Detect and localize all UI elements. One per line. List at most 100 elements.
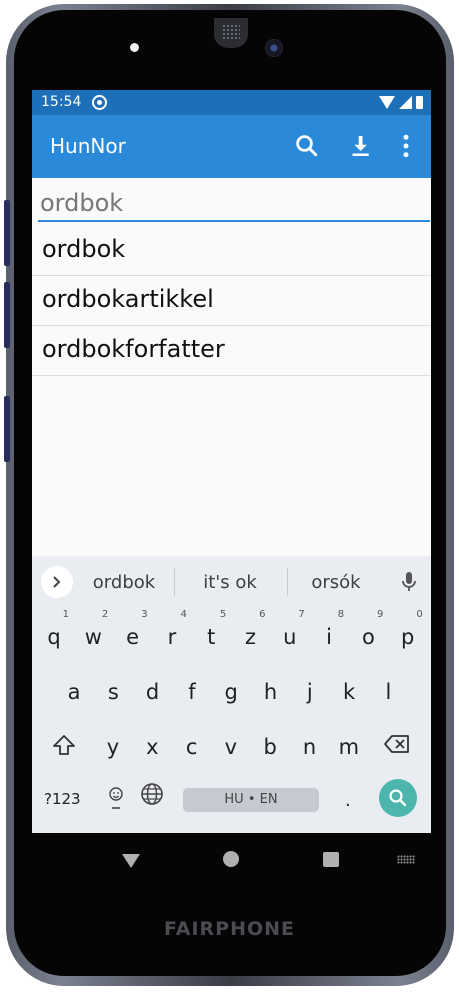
globe-icon[interactable] <box>140 782 164 810</box>
key-hint: 0 <box>416 609 423 620</box>
list-item-label: ordbokartikkel <box>42 285 214 313</box>
search-area <box>32 178 431 226</box>
key-hint: 3 <box>141 609 148 620</box>
battery-icon <box>416 96 423 109</box>
key-w[interactable]: w2 <box>78 609 109 657</box>
key-x[interactable]: x <box>137 727 167 767</box>
download-icon[interactable] <box>345 131 375 161</box>
key-label: m <box>338 735 360 759</box>
key-p[interactable]: p0 <box>393 609 423 657</box>
key-label: y <box>106 735 120 759</box>
list-item-label: ordbok <box>42 235 126 263</box>
key-label: t <box>207 625 216 649</box>
search-icon[interactable] <box>292 131 322 161</box>
wifi-icon <box>379 96 395 109</box>
suggestion-3[interactable]: orsók <box>305 572 367 593</box>
suggestion-divider <box>174 568 175 596</box>
app-title: HunNor <box>50 134 126 158</box>
list-item[interactable]: ordbokforfatter <box>32 326 431 376</box>
space-key[interactable]: HU • EN <box>183 788 319 812</box>
key-label: e <box>126 625 140 649</box>
suggestion-strip: ordbok it's ok orsók <box>32 556 431 606</box>
key-label: n <box>302 735 317 759</box>
key-label: w <box>84 625 102 649</box>
key-u[interactable]: u7 <box>275 609 305 657</box>
key-q[interactable]: q1 <box>39 609 69 657</box>
device-brand-label: FAIRPHONE <box>163 918 296 940</box>
key-v[interactable]: v <box>216 727 246 767</box>
result-list: ordbok ordbokartikkel ordbokforfatter <box>32 226 431 376</box>
key-e[interactable]: e3 <box>118 609 147 657</box>
key-j[interactable]: j <box>295 672 325 712</box>
key-g[interactable]: g <box>216 672 246 712</box>
key-h[interactable]: h <box>256 672 286 712</box>
key-label: i <box>326 625 333 649</box>
expand-toolbar-button[interactable] <box>41 566 73 598</box>
key-r[interactable]: r4 <box>157 609 187 657</box>
backspace-key[interactable] <box>383 733 411 759</box>
key-b[interactable]: b <box>255 727 285 767</box>
keyboard-switch-icon[interactable] <box>397 855 415 864</box>
key-a[interactable]: a <box>59 672 89 712</box>
key-k[interactable]: k <box>334 672 364 712</box>
key-c[interactable]: c <box>177 727 207 767</box>
key-label: k <box>343 680 356 704</box>
microphone-icon[interactable] <box>400 570 418 598</box>
side-button-upper <box>4 200 10 266</box>
key-hint: 1 <box>62 609 69 620</box>
list-item[interactable]: ordbokartikkel <box>32 276 431 326</box>
key-label: p <box>401 625 415 649</box>
key-label: j <box>306 680 313 704</box>
side-button-middle <box>4 282 10 348</box>
key-z[interactable]: z6 <box>236 609 266 657</box>
key-label: x <box>146 735 159 759</box>
home-icon[interactable] <box>223 851 239 867</box>
key-n[interactable]: n <box>295 727 325 767</box>
list-item-label: ordbokforfatter <box>42 335 225 363</box>
keyboard: ordbok it's ok orsók q1w2e3r4t5z6u7i8o9p… <box>32 556 431 833</box>
key-label: u <box>283 625 297 649</box>
earpiece-grille <box>222 24 240 40</box>
front-camera <box>265 39 283 57</box>
key-o[interactable]: o9 <box>353 609 383 657</box>
list-item[interactable]: ordbok <box>32 226 431 276</box>
key-y[interactable]: y <box>98 727 128 767</box>
key-m[interactable]: m <box>334 727 364 767</box>
key-f[interactable]: f <box>177 672 207 712</box>
key-d[interactable]: d <box>138 672 168 712</box>
key-label: d <box>145 680 160 704</box>
shift-key[interactable] <box>51 733 77 761</box>
cell-signal-icon <box>399 96 412 109</box>
screen: 15:54 HunNor ordbok ordbokartikkel ordbo… <box>32 90 431 887</box>
key-label: v <box>224 735 238 759</box>
back-icon[interactable] <box>121 853 141 873</box>
key-s[interactable]: s <box>98 672 128 712</box>
key-label: b <box>263 735 277 759</box>
recent-apps-icon[interactable] <box>323 852 339 867</box>
search-enter-key[interactable] <box>379 779 417 817</box>
app-bar: HunNor <box>32 115 431 178</box>
symbols-key[interactable]: ?123 <box>44 790 81 808</box>
key-hint: 2 <box>101 609 109 620</box>
navigation-bar <box>32 833 431 887</box>
suggestion-divider <box>287 568 288 596</box>
key-l[interactable]: l <box>373 672 403 712</box>
key-label: f <box>188 680 196 704</box>
suggestion-2[interactable]: it's ok <box>194 572 266 593</box>
key-hint: 9 <box>377 609 384 620</box>
status-icons <box>379 95 423 109</box>
key-hint: 5 <box>219 609 227 620</box>
more-options-icon[interactable] <box>391 131 421 161</box>
period-key[interactable]: . <box>345 790 351 811</box>
search-input[interactable] <box>38 186 430 222</box>
status-bar: 15:54 <box>32 90 431 115</box>
suggestion-1[interactable]: ordbok <box>91 572 157 593</box>
earpiece <box>214 18 248 48</box>
key-label: o <box>361 625 375 649</box>
side-button-lower <box>4 396 10 462</box>
key-t[interactable]: t5 <box>196 609 226 657</box>
emoji-key[interactable] <box>106 784 126 818</box>
search-icon <box>389 789 407 807</box>
key-i[interactable]: i8 <box>314 609 344 657</box>
key-label: s <box>107 680 119 704</box>
